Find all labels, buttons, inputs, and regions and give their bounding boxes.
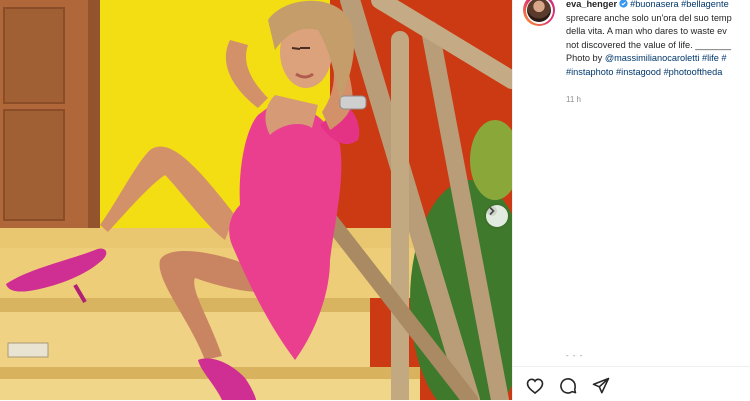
- caption-line-5: Photo by @massimilianocaroletti #life #: [566, 52, 750, 66]
- photo-credit-prefix: Photo by: [566, 53, 605, 64]
- divider: [513, 366, 750, 367]
- avatar-ring: [525, 0, 553, 24]
- load-more-comments-indicator: - - -: [566, 351, 584, 360]
- avatar[interactable]: [523, 0, 555, 26]
- comment-icon: [560, 378, 577, 394]
- avatar-image: [527, 0, 551, 22]
- post-caption: eva_henger #buonasera #bellagente sprecar…: [566, 0, 750, 80]
- next-photo-button[interactable]: [486, 205, 508, 227]
- caption-line-1: eva_henger #buonasera #bellagente: [566, 0, 750, 12]
- post-photo[interactable]: [0, 0, 512, 400]
- comment-button[interactable]: [558, 376, 578, 396]
- caption-line-2: sprecare anche solo un'ora del suo temp: [566, 12, 732, 23]
- share-button[interactable]: [591, 376, 611, 396]
- post-actions: [525, 376, 611, 396]
- username-link[interactable]: eva_henger: [566, 0, 617, 9]
- like-button[interactable]: [525, 376, 545, 396]
- next-arrow-icon: [487, 206, 497, 216]
- post-timestamp[interactable]: 11 h: [566, 95, 581, 104]
- post-side-panel: eva_henger #buonasera #bellagente sprecar…: [512, 0, 750, 400]
- photographer-mention-link[interactable]: @massimilianocaroletti: [605, 53, 700, 63]
- post-photo-image: [0, 0, 512, 400]
- caption-line-6[interactable]: #instaphoto #instagood #photooftheda: [566, 66, 750, 80]
- share-icon: [592, 377, 610, 394]
- verified-badge-icon: [619, 0, 628, 8]
- caption-line-4: not discovered the value of life. ______…: [566, 39, 731, 50]
- hashtag-links[interactable]: #buonasera #bellagente: [630, 0, 729, 9]
- caption-line-3: della vita. A man who dares to waste ev: [566, 26, 727, 37]
- hashtag-links[interactable]: #life #: [699, 53, 727, 63]
- heart-icon: [526, 378, 544, 395]
